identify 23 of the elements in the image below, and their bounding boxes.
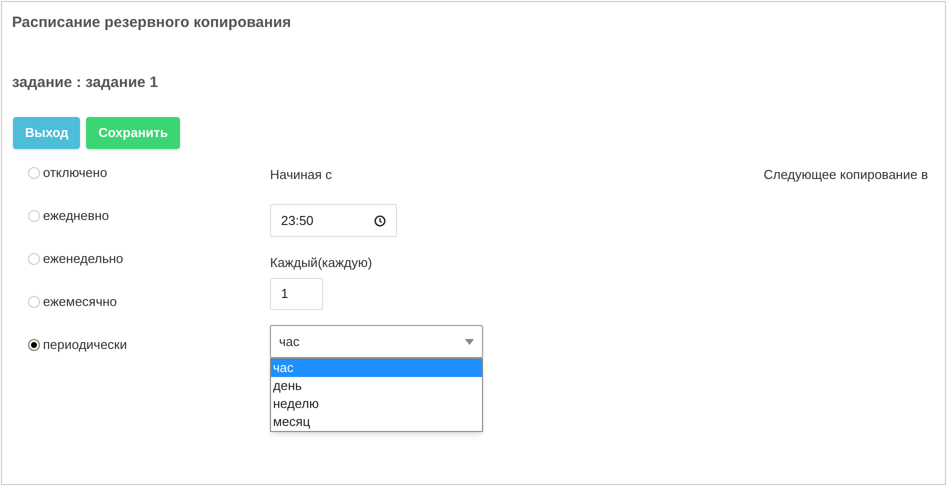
unit-select[interactable]: час xyxy=(270,325,483,358)
caret-icon xyxy=(465,338,474,344)
interval-field[interactable]: 1 xyxy=(270,278,323,310)
time-field[interactable]: 23:50 xyxy=(270,204,397,237)
page-title: Расписание резервного копирования xyxy=(12,13,292,33)
dropdown-option[interactable]: месяц xyxy=(271,413,482,431)
clock-icon xyxy=(374,214,386,226)
next-backup-label: Следующее копирование в xyxy=(764,167,928,182)
job-name: задание : задание 1 xyxy=(12,73,158,93)
radio-label: отключено xyxy=(43,164,108,182)
radio-button[interactable] xyxy=(28,296,40,308)
radio-button[interactable] xyxy=(28,339,40,351)
radio-button[interactable] xyxy=(28,253,40,265)
dropdown-option[interactable]: день xyxy=(271,377,482,395)
radio-label: периодически xyxy=(43,336,128,354)
radio-label: еженедельно xyxy=(43,250,124,268)
radio-button[interactable] xyxy=(28,210,40,222)
dropdown-option[interactable]: неделю xyxy=(271,395,482,413)
radio-label: ежедневно xyxy=(43,207,110,226)
start-label: Начиная с xyxy=(270,167,332,182)
radio-label: ежемесячно xyxy=(43,293,117,312)
interval-label: Каждый(каждую) xyxy=(270,255,372,270)
radio-button[interactable] xyxy=(28,167,40,179)
